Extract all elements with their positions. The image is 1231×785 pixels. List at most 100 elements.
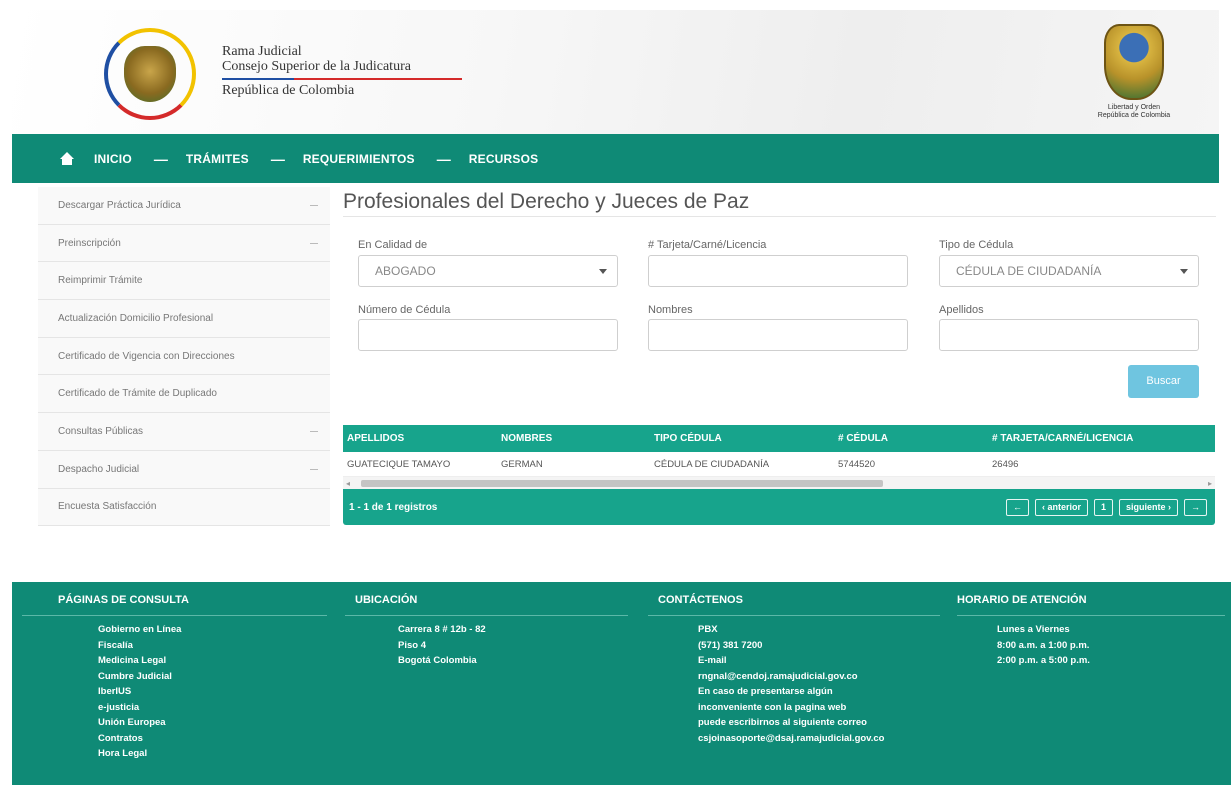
sidebar-item-label: Descargar Práctica Jurídica [58,199,181,211]
contact-line: inconveniente con la pagina web [698,701,847,713]
sidebar-item-actualizacion-domicilio[interactable]: Actualización Domicilio Profesional [38,300,330,338]
footer-schedule: Lunes a Viernes 8:00 a.m. a 1:00 p.m. 2:… [957,616,1225,669]
support-email-link[interactable]: csjoinasoporte@dsaj.ramajudicial.gov.co [698,731,940,747]
sidebar-item-descargar-practica[interactable]: Descargar Práctica Jurídica [38,187,330,225]
footer-address: Carrera 8 # 12b - 82 Piso 4 Bogotá Colom… [345,616,628,669]
contact-line: puede escribirnos al siguiente correo [698,717,867,728]
footer-link[interactable]: Contratos [98,731,327,747]
footer-link[interactable]: Fiscalía [98,638,327,654]
header-tarjeta[interactable]: # TARJETA/CARNÉ/LICENCIA [989,433,1215,444]
footer-link[interactable]: Cumbre Judicial [98,669,327,685]
footer-title-horario: HORARIO DE ATENCIÓN [957,582,1225,616]
shield-caption1: Libertad y Orden [1107,104,1161,111]
sidebar-item-consultas-publicas[interactable]: Consultas Públicas [38,413,330,451]
footer-title-contactenos: CONTÁCTENOS [648,582,940,616]
last-page-button[interactable]: → [1184,498,1207,516]
cell-cedula: 5744520 [838,458,875,470]
cell-tipo-cedula: CÉDULA DE CIUDADANÍA [654,458,770,470]
table-row[interactable]: GUATECIQUE TAMAYO GERMAN CÉDULA DE CIUDA… [343,452,1215,476]
brand-line2: Consejo Superior de la Judicatura [222,59,411,74]
rama-judicial-logo [104,28,196,120]
main-content: Profesionales del Derecho y Jueces de Pa… [343,187,1216,525]
contact-line: En caso de presentarse algún [698,686,833,697]
pagination: ← ‹ anterior 1 siguiente › → [1005,498,1207,516]
footer-link[interactable]: e-justicia [98,700,327,716]
horizontal-scrollbar[interactable]: ◂ ▸ [343,476,1215,489]
expand-icon [310,204,318,206]
tipo-cedula-select[interactable]: CÉDULA DE CIUDADANÍA [939,255,1199,287]
footer-link[interactable]: Medicina Legal [98,653,327,669]
search-button[interactable]: Buscar [1128,365,1199,398]
sidebar-item-preinscripcion[interactable]: Preinscripción [38,224,330,263]
brand-text: Rama Judicial Consejo Superior de la Jud… [222,44,462,99]
contact-line: E-mail [698,655,727,666]
sidebar-item-despacho-judicial[interactable]: Despacho Judicial [38,450,330,489]
brand-rule [222,78,462,80]
sidebar-item-label: Reimprimir Trámite [58,275,143,287]
nav-item-requerimientos[interactable]: REQUERIMIENTOS [303,152,415,166]
tipo-cedula-label: Tipo de Cédula [939,239,1014,251]
cell-nombres: GERMAN [501,458,543,470]
shield-icon [1104,24,1164,100]
sidebar-item-certificado-duplicado[interactable]: Certificado de Trámite de Duplicado [38,375,330,414]
numero-cedula-input[interactable] [358,319,618,351]
records-info: 1 - 1 de 1 registros [349,501,438,513]
footer-links-paginas: Gobierno en Línea Fiscalía Medicina Lega… [22,616,327,762]
contact-email-link[interactable]: rngnal@cendoj.ramajudicial.gov.co [698,669,940,685]
calidad-select[interactable]: ABOGADO [358,255,618,287]
sidebar-item-certificado-vigencia[interactable]: Certificado de Vigencia con Direcciones [38,337,330,376]
page-title: Profesionales del Derecho y Jueces de Pa… [343,187,1216,217]
address-line: Bogotá Colombia [398,655,477,666]
scrollbar-thumb[interactable] [361,480,883,487]
main-nav: INICIO — TRÁMITES — REQUERIMIENTOS — REC… [12,134,1219,183]
site-header: Rama Judicial Consejo Superior de la Jud… [12,10,1219,134]
sidebar-item-label: Consultas Públicas [58,425,144,437]
expand-icon [310,242,318,244]
shield-caption2: República de Colombia [1097,112,1171,119]
sidebar-item-label: Certificado de Vigencia con Direcciones [58,350,235,362]
sidebar-item-reimprimir[interactable]: Reimprimir Trámite [38,262,330,301]
first-page-button[interactable]: ← [1005,498,1029,516]
apellidos-input[interactable] [939,319,1199,351]
nav-separator: — [436,150,451,167]
tarjeta-input[interactable] [648,255,908,287]
coat-of-arms-icon [124,46,176,102]
sidebar: Descargar Práctica Jurídica Preinscripci… [38,187,330,527]
schedule-line: 2:00 p.m. a 5:00 p.m. [997,655,1090,666]
schedule-line: Lunes a Viernes [997,624,1070,635]
footer-link[interactable]: IberIUS [98,684,327,700]
calidad-label: En Calidad de [358,239,428,251]
nav-item-tramites[interactable]: TRÁMITES [186,152,249,166]
footer-col-ubicacion: UBICACIÓN Carrera 8 # 12b - 82 Piso 4 Bo… [345,582,628,669]
sidebar-item-label: Despacho Judicial [58,463,140,475]
next-page-button[interactable]: siguiente › [1118,498,1178,516]
nav-item-recursos[interactable]: RECURSOS [469,152,539,166]
colombia-shield-logo: Libertad y Orden República de Colombia [1079,18,1189,133]
contact-line: PBX [698,624,718,635]
site-footer: PÁGINAS DE CONSULTA Gobierno en Línea Fi… [12,582,1231,785]
footer-link[interactable]: Gobierno en Línea [98,622,327,638]
footer-link[interactable]: Unión Europea [98,715,327,731]
footer-title-paginas: PÁGINAS DE CONSULTA [22,582,327,616]
header-nombres[interactable]: NOMBRES [498,433,651,444]
footer-contact: PBX (571) 381 7200 E-mail rngnal@cendoj.… [648,616,940,746]
header-cedula[interactable]: # CÉDULA [835,433,989,444]
scroll-left-icon[interactable]: ◂ [346,479,350,488]
current-page-button[interactable]: 1 [1093,498,1113,516]
tarjeta-label: # Tarjeta/Carné/Licencia [648,239,767,251]
nav-item-inicio[interactable]: INICIO [94,152,132,166]
footer-col-horario: HORARIO DE ATENCIÓN Lunes a Viernes 8:00… [957,582,1225,669]
footer-title-ubicacion: UBICACIÓN [345,582,628,616]
header-tipo-cedula[interactable]: TIPO CÉDULA [651,433,835,444]
scroll-right-icon[interactable]: ▸ [1208,479,1212,488]
sidebar-item-label: Certificado de Trámite de Duplicado [58,388,217,400]
nombres-input[interactable] [648,319,908,351]
address-line: Carrera 8 # 12b - 82 [398,624,486,635]
schedule-line: 8:00 a.m. a 1:00 p.m. [997,639,1090,651]
home-icon[interactable] [60,151,74,166]
sidebar-item-encuesta[interactable]: Encuesta Satisfacción [38,488,330,527]
contact-line: (571) 381 7200 [698,639,763,651]
footer-link[interactable]: Hora Legal [98,746,327,762]
prev-page-button[interactable]: ‹ anterior [1034,498,1088,516]
header-apellidos[interactable]: APELLIDOS [343,433,498,444]
